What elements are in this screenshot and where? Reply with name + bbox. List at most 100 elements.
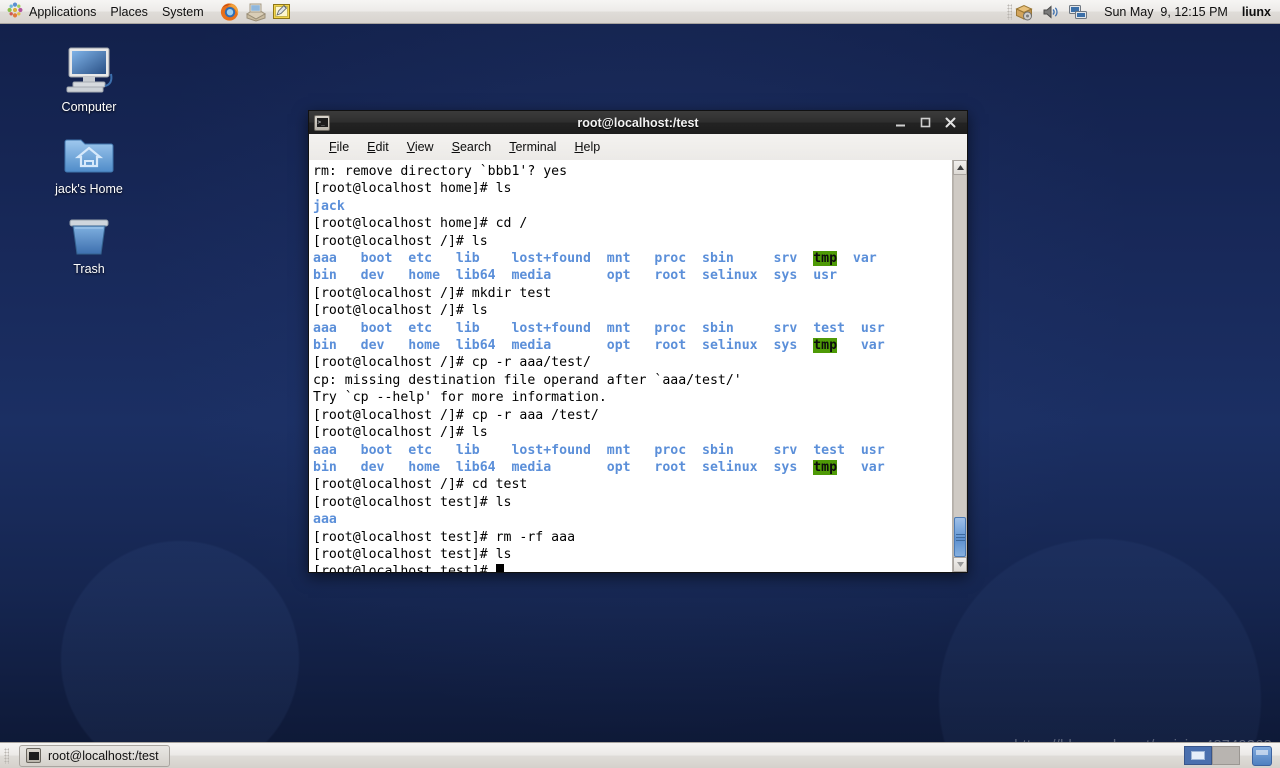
menu-help[interactable]: Help [566, 137, 608, 157]
terminal-text: [root@localhost /]# ls [313, 425, 488, 441]
clock[interactable]: Sun May 9, 12:15 PM [1104, 5, 1228, 19]
panel-launchers [219, 1, 293, 23]
maximize-button[interactable] [919, 116, 932, 129]
terminal-line: [root@localhost /]# ls [313, 302, 952, 319]
terminal-text: [root@localhost home]# ls [313, 181, 512, 197]
terminal-line: jack [313, 198, 952, 215]
scrollbar-thumb[interactable] [954, 517, 966, 557]
menu-terminal[interactable]: Terminal [501, 137, 564, 157]
directory-entry: var [837, 338, 885, 354]
panel-grip[interactable] [1007, 3, 1013, 20]
terminal-line: [root@localhost /]# cp -r aaa/test/ [313, 354, 952, 371]
desktop-icon-computer[interactable]: Computer [34, 44, 144, 115]
directory-entry: aaa boot etc lib lost+found mnt proc sbi… [313, 442, 885, 458]
terminal-line: aaa boot etc lib lost+found mnt proc sbi… [313, 442, 952, 459]
workspace-1[interactable] [1184, 746, 1212, 765]
system-menu-label: System [161, 4, 204, 19]
terminal-titlebar[interactable]: >_ root@localhost:/test [308, 110, 968, 134]
text-editor-launcher-icon[interactable] [271, 1, 293, 23]
directory-entry: aaa [313, 512, 337, 528]
directory-entry: var [837, 251, 877, 267]
terminal-line: aaa boot etc lib lost+found mnt proc sbi… [313, 250, 952, 267]
desktop-icon-home[interactable]: jack's Home [34, 126, 144, 197]
terminal-text: [root@localhost /]# cp -r aaa/test/ [313, 355, 591, 371]
evolution-mail-launcher-icon[interactable] [245, 1, 267, 23]
package-updater-tray-icon[interactable] [1014, 2, 1034, 22]
places-menu-label: Places [110, 4, 148, 19]
directory-entry: aaa boot etc lib lost+found mnt proc sbi… [313, 251, 814, 267]
menu-edit[interactable]: Edit [359, 137, 397, 157]
terminal-line: [root@localhost home]# ls [313, 180, 952, 197]
volume-tray-icon[interactable] [1041, 2, 1061, 22]
window-buttons [894, 116, 967, 129]
terminal-line: [root@localhost test]# ls [313, 546, 952, 563]
terminal-line: [root@localhost /]# ls [313, 424, 952, 441]
sticky-directory-entry: tmp [813, 459, 838, 475]
terminal-line: [root@localhost home]# cd / [313, 215, 952, 232]
scrollbar-track[interactable] [953, 175, 967, 557]
terminal-text: [root@localhost /]# ls [313, 303, 488, 319]
workspace-2[interactable] [1212, 746, 1240, 765]
terminal-body: rm: remove directory `bbb1'? yes [root@lo… [308, 160, 968, 573]
directory-entry: bin dev home lib64 media opt root selinu… [313, 268, 838, 284]
terminal-text: [root@localhost test]# ls [313, 494, 512, 510]
terminal-line: bin dev home lib64 media opt root selinu… [313, 267, 952, 284]
trash-icon [34, 206, 144, 258]
terminal-screen[interactable]: rm: remove directory `bbb1'? yes [root@lo… [309, 160, 952, 572]
applications-menu-icon [7, 2, 23, 21]
terminal-scrollbar[interactable] [952, 160, 967, 572]
terminal-line: cp: missing destination file operand aft… [313, 372, 952, 389]
sticky-directory-entry: tmp [813, 338, 838, 354]
computer-icon [34, 44, 144, 96]
terminal-text: [root@localhost test]# rm -rf aaa [313, 529, 576, 545]
terminal-output: rm: remove directory `bbb1'? yes [root@lo… [313, 163, 952, 572]
directory-entry: bin dev home lib64 media opt root selinu… [313, 459, 814, 475]
terminal-line: aaa [313, 511, 952, 528]
home-folder-icon [34, 126, 144, 178]
window-title: root@localhost:/test [577, 115, 699, 130]
terminal-text: [root@localhost /]# cp -r aaa /test/ [313, 407, 599, 423]
terminal-line: [root@localhost /]# cp -r aaa /test/ [313, 407, 952, 424]
top-panel: Applications Places System Sun May 9, 12… [0, 0, 1280, 24]
terminal-cursor [495, 564, 504, 572]
terminal-line: [root@localhost /]# cd test [313, 476, 952, 493]
desktop-icon-trash[interactable]: Trash [34, 206, 144, 277]
desktop-icon-label: Trash [73, 262, 105, 276]
terminal-text: [root@localhost home]# cd / [313, 216, 528, 232]
system-tray [1014, 2, 1088, 22]
terminal-line: [root@localhost /]# mkdir test [313, 285, 952, 302]
desktop-icon-label: Computer [61, 100, 117, 114]
bottom-panel-grip[interactable] [4, 747, 9, 764]
terminal-line: [root@localhost test]# [313, 563, 952, 572]
network-tray-icon[interactable] [1068, 2, 1088, 22]
applications-menu[interactable]: Applications [0, 1, 103, 23]
scroll-down-button[interactable] [953, 557, 967, 572]
applications-menu-label: Applications [29, 4, 97, 19]
taskbar-window-button[interactable]: root@localhost:/test [19, 744, 170, 767]
terminal-line: rm: remove directory `bbb1'? yes [313, 163, 952, 180]
terminal-line: [root@localhost test]# rm -rf aaa [313, 529, 952, 546]
menu-view[interactable]: View [399, 137, 442, 157]
terminal-text: rm: remove directory `bbb1'? yes [313, 164, 568, 179]
desktop-icon-label: jack's Home [55, 182, 123, 196]
terminal-line: [root@localhost test]# ls [313, 494, 952, 511]
menu-search[interactable]: Search [444, 137, 500, 157]
firefox-launcher-icon[interactable] [219, 1, 241, 23]
close-button[interactable] [944, 116, 957, 129]
directory-entry: var [837, 459, 885, 475]
terminal-text: cp: missing destination file operand aft… [313, 372, 742, 388]
scroll-up-button[interactable] [953, 160, 967, 175]
system-menu[interactable]: System [155, 1, 211, 23]
menu-file[interactable]: File [321, 137, 357, 157]
user-menu[interactable]: liunx [1242, 5, 1271, 19]
terminal-line: Try `cp --help' for more information. [313, 389, 952, 406]
terminal-text: [root@localhost /]# ls [313, 233, 488, 249]
places-menu[interactable]: Places [103, 1, 155, 23]
workspace-switcher[interactable] [1184, 746, 1240, 765]
show-desktop-button[interactable] [1252, 745, 1272, 766]
minimize-button[interactable] [894, 116, 907, 129]
terminal-window[interactable]: >_ root@localhost:/test File Edit View S… [308, 110, 968, 573]
sticky-directory-entry: tmp [813, 251, 838, 267]
terminal-icon: >_ [314, 114, 330, 131]
terminal-text: [root@localhost /]# mkdir test [313, 285, 552, 301]
